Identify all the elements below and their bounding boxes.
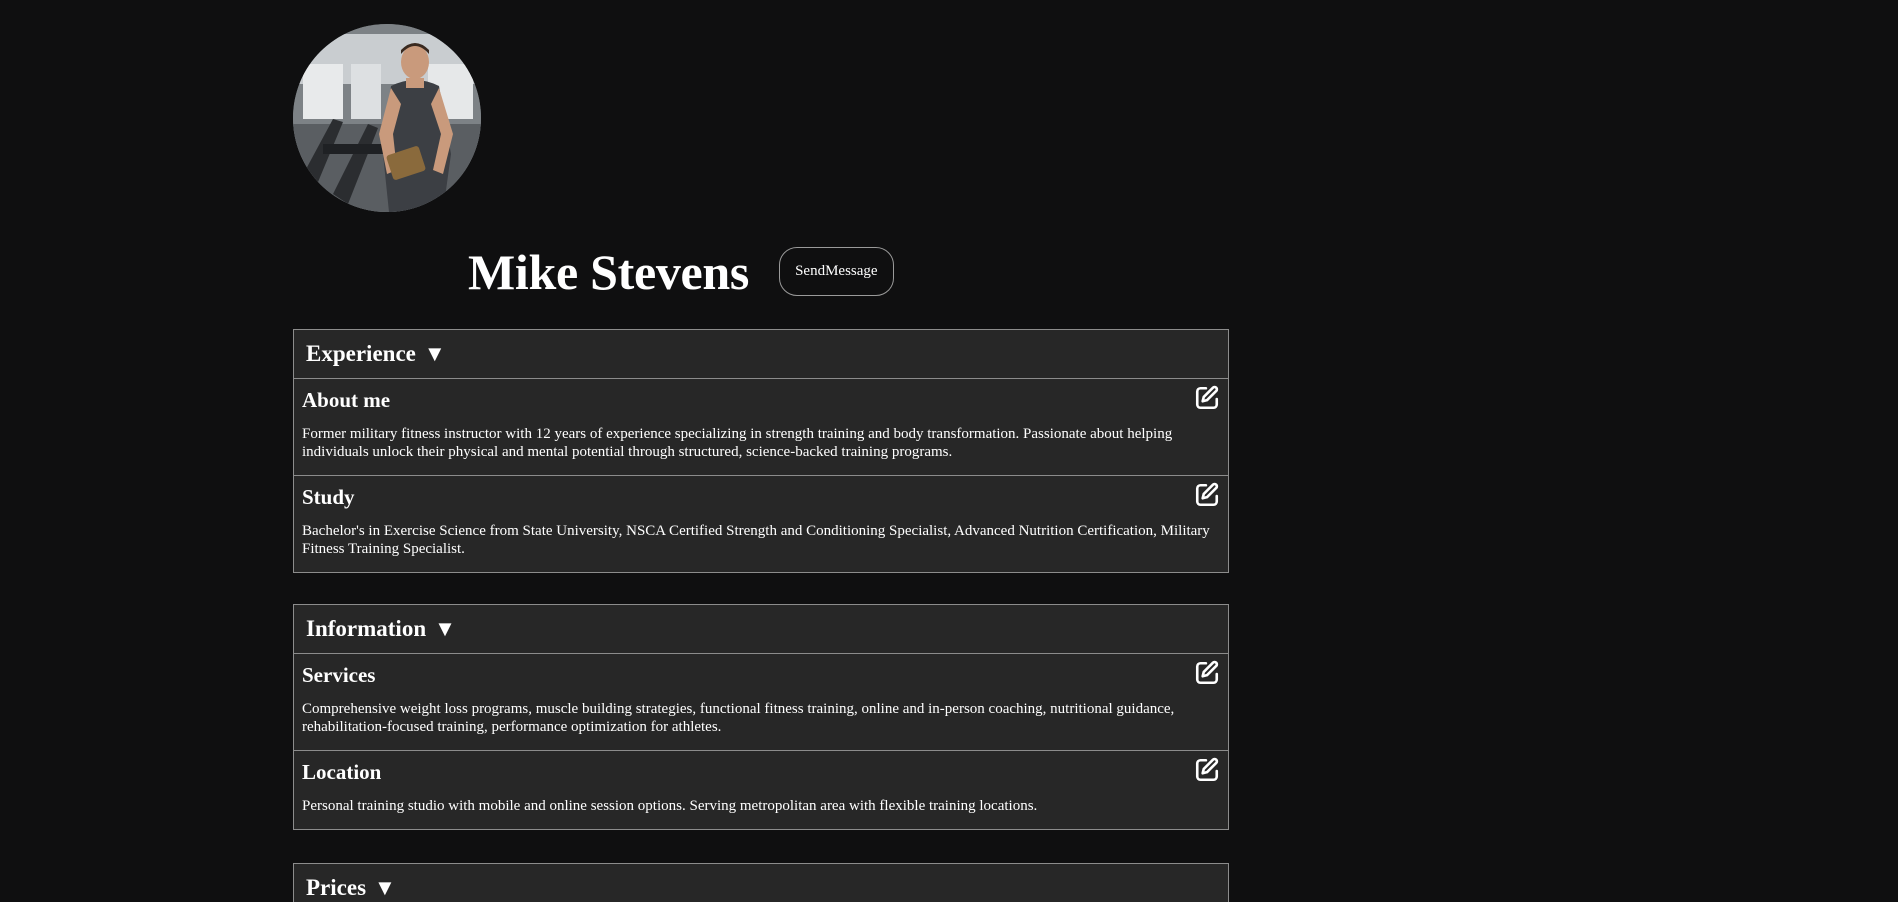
information-section-header[interactable]: Information ▼ (294, 605, 1228, 654)
section-title: Information (306, 616, 427, 641)
profile-photo-icon (293, 24, 481, 212)
item-text: Comprehensive weight loss programs, musc… (302, 701, 1175, 735)
send-message-button[interactable]: SendMessage (779, 246, 894, 296)
item-text: Bachelor's in Exercise Science from Stat… (302, 523, 1210, 557)
item-title: Study (302, 485, 355, 509)
experience-section: Experience ▼ About me Former military fi… (293, 329, 1229, 573)
item-title: About me (302, 388, 391, 412)
section-title: Prices (306, 875, 367, 900)
experience-section-header[interactable]: Experience ▼ (294, 330, 1228, 379)
location-item: Location Personal training studio with m… (294, 751, 1228, 829)
chevron-down-icon[interactable]: ▼ (424, 341, 446, 367)
chevron-down-icon[interactable]: ▼ (374, 875, 396, 901)
section-title: Experience (306, 341, 416, 366)
chevron-down-icon[interactable]: ▼ (434, 616, 456, 642)
profile-page: Mike Stevens SendMessage Experience ▼ Ab… (0, 0, 1898, 902)
services-item: Services Comprehensive weight loss progr… (294, 654, 1228, 751)
prices-section-header[interactable]: Prices ▼ (294, 864, 1228, 902)
edit-icon[interactable] (1194, 385, 1220, 411)
information-section: Information ▼ Services Comprehensive wei… (293, 604, 1229, 830)
prices-section: Prices ▼ (293, 863, 1229, 902)
about-me-item: About me Former military fitness instruc… (294, 379, 1228, 476)
item-title: Services (302, 663, 376, 687)
edit-icon[interactable] (1194, 757, 1220, 783)
item-text: Former military fitness instructor with … (302, 426, 1173, 460)
item-title: Location (302, 760, 382, 784)
edit-icon[interactable] (1194, 482, 1220, 508)
profile-header: Mike Stevens SendMessage (468, 242, 894, 302)
study-item: Study Bachelor's in Exercise Science fro… (294, 476, 1228, 572)
edit-icon[interactable] (1194, 660, 1220, 686)
item-text: Personal training studio with mobile and… (302, 798, 1038, 814)
profile-avatar (293, 24, 481, 212)
profile-name: Mike Stevens (468, 244, 750, 300)
